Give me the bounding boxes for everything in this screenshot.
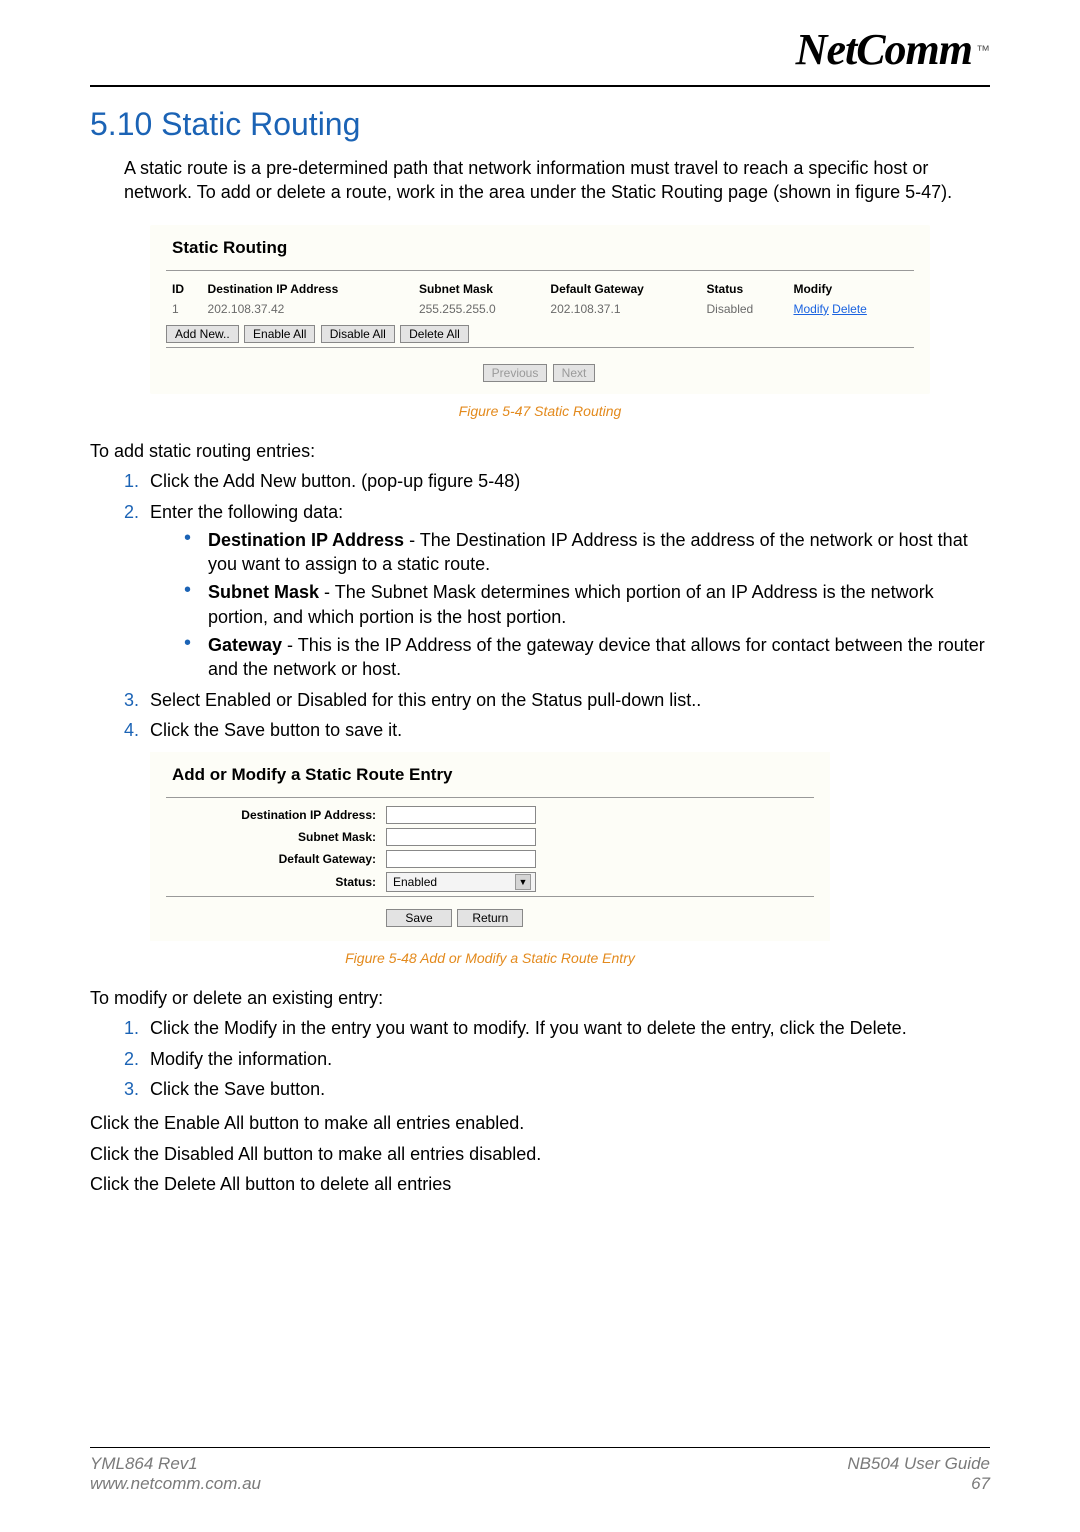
footer-divider: [90, 1447, 990, 1448]
footer-url: www.netcomm.com.au: [90, 1474, 261, 1494]
cell-subnet-mask: 255.255.255.0: [413, 299, 544, 319]
add-modify-title: Add or Modify a Static Route Entry: [166, 762, 814, 793]
routing-table: ID Destination IP Address Subnet Mask De…: [166, 279, 914, 319]
col-id: ID: [166, 279, 202, 299]
return-button[interactable]: Return: [457, 909, 523, 927]
save-button[interactable]: Save: [386, 909, 452, 927]
step-4: Click the Save button to save it.: [144, 718, 990, 742]
chevron-down-icon: ▼: [515, 874, 531, 890]
disable-all-button[interactable]: Disable All: [321, 325, 395, 343]
modify-steps-list: Click the Modify in the entry you want t…: [90, 1016, 990, 1101]
modify-step-3: Click the Save button.: [144, 1077, 990, 1101]
cell-default-gateway: 202.108.37.1: [544, 299, 700, 319]
col-status: Status: [701, 279, 788, 299]
header-divider: [90, 85, 990, 87]
col-default-gateway: Default Gateway: [544, 279, 700, 299]
add-entries-intro: To add static routing entries:: [90, 439, 990, 463]
figure-1-caption: Figure 5-47 Static Routing: [150, 402, 930, 421]
bullet-gateway-text: - This is the IP Address of the gateway …: [208, 635, 985, 679]
cell-dest-ip: 202.108.37.42: [202, 299, 413, 319]
disable-all-note: Click the Disabled All button to make al…: [90, 1142, 990, 1166]
bullet-subnet-mask-label: Subnet Mask: [208, 582, 319, 602]
label-default-gateway: Default Gateway:: [166, 851, 386, 867]
table-row: 1 202.108.37.42 255.255.255.0 202.108.37…: [166, 299, 914, 319]
static-routing-screenshot: Static Routing ID Destination IP Address…: [150, 225, 930, 394]
step-3: Select Enabled or Disabled for this entr…: [144, 688, 990, 712]
col-dest-ip: Destination IP Address: [202, 279, 413, 299]
brand-logo-text: NetComm: [796, 24, 972, 75]
input-subnet-mask[interactable]: [386, 828, 536, 846]
delete-all-button[interactable]: Delete All: [400, 325, 469, 343]
trademark-symbol: ™: [976, 42, 990, 58]
bullet-gateway: Gateway - This is the IP Address of the …: [184, 633, 990, 682]
modify-step-2-text: Modify the information.: [150, 1049, 332, 1069]
modify-intro: To modify or delete an existing entry:: [90, 986, 990, 1010]
modify-step-1-text: Click the Modify in the entry you want t…: [150, 1018, 907, 1038]
add-modify-screenshot: Add or Modify a Static Route Entry Desti…: [150, 752, 830, 941]
footer-page-number: 67: [847, 1474, 990, 1494]
divider: [166, 797, 814, 798]
step-1: Click the Add New button. (pop-up figure…: [144, 469, 990, 493]
divider: [166, 347, 914, 348]
intro-paragraph: A static route is a pre-determined path …: [124, 156, 990, 205]
col-subnet-mask: Subnet Mask: [413, 279, 544, 299]
bullet-dest-ip: Destination IP Address - The Destination…: [184, 528, 990, 577]
section-heading: 5.10 Static Routing: [90, 103, 990, 146]
bullet-dest-ip-label: Destination IP Address: [208, 530, 404, 550]
input-default-gateway[interactable]: [386, 850, 536, 868]
input-dest-ip[interactable]: [386, 806, 536, 824]
brand-logo: NetComm ™: [90, 24, 990, 85]
step-2-text: Enter the following data:: [150, 502, 343, 522]
next-button[interactable]: Next: [553, 364, 596, 382]
cell-status: Disabled: [701, 299, 788, 319]
figure-2-caption: Figure 5-48 Add or Modify a Static Route…: [150, 949, 830, 968]
select-status-value: Enabled: [393, 874, 437, 890]
label-dest-ip: Destination IP Address:: [166, 807, 386, 823]
enable-all-button[interactable]: Enable All: [244, 325, 315, 343]
cell-id: 1: [166, 299, 202, 319]
page-footer: YML864 Rev1 www.netcomm.com.au NB504 Use…: [90, 1439, 990, 1494]
enable-all-note: Click the Enable All button to make all …: [90, 1111, 990, 1135]
step-2: Enter the following data: Destination IP…: [144, 500, 990, 682]
col-modify: Modify: [787, 279, 914, 299]
footer-revision: YML864 Rev1: [90, 1454, 261, 1474]
static-routing-title: Static Routing: [166, 235, 914, 266]
select-status[interactable]: Enabled ▼: [386, 872, 536, 892]
modify-step-1: Click the Modify in the entry you want t…: [144, 1016, 990, 1040]
delete-all-note: Click the Delete All button to delete al…: [90, 1172, 990, 1196]
footer-guide-title: NB504 User Guide: [847, 1454, 990, 1474]
modify-link[interactable]: Modify: [793, 302, 828, 316]
divider: [166, 270, 914, 271]
delete-link[interactable]: Delete: [832, 302, 867, 316]
step-3-text: Select Enabled or Disabled for this entr…: [150, 690, 701, 710]
bullet-gateway-label: Gateway: [208, 635, 282, 655]
add-new-button[interactable]: Add New..: [166, 325, 239, 343]
label-status: Status:: [166, 874, 386, 890]
step-4-text: Click the Save button to save it.: [150, 720, 402, 740]
modify-step-3-text: Click the Save button.: [150, 1079, 325, 1099]
previous-button[interactable]: Previous: [483, 364, 548, 382]
modify-step-2: Modify the information.: [144, 1047, 990, 1071]
add-steps-list: Click the Add New button. (pop-up figure…: [90, 469, 990, 742]
bullet-subnet-mask: Subnet Mask - The Subnet Mask determines…: [184, 580, 990, 629]
label-subnet-mask: Subnet Mask:: [166, 829, 386, 845]
divider: [166, 896, 814, 897]
step-1-text: Click the Add New button. (pop-up figure…: [150, 471, 520, 491]
